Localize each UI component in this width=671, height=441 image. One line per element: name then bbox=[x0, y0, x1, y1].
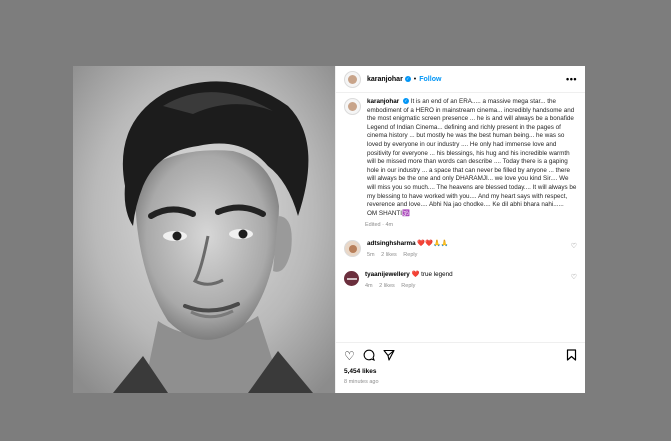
caption: karanjohar ✓ It is an end of an ERA.....… bbox=[344, 98, 577, 218]
reply-button[interactable]: Reply bbox=[403, 252, 417, 258]
more-options-icon[interactable]: ••• bbox=[566, 74, 577, 84]
share-icon[interactable] bbox=[383, 349, 395, 363]
caption-text: It is an end of an ERA..... a massive me… bbox=[367, 98, 577, 209]
comment-icon[interactable] bbox=[363, 349, 375, 363]
commenter-username[interactable]: adtsinghsharma bbox=[367, 240, 416, 247]
comment-item: tyaanijewellery ❤️ true legend 4m 2 like… bbox=[344, 271, 577, 290]
separator-dot: • bbox=[413, 75, 417, 83]
comment-like-heart-icon[interactable]: ♡ bbox=[571, 242, 577, 250]
comments-area[interactable]: karanjohar ✓ It is an end of an ERA.....… bbox=[336, 98, 585, 290]
posted-time: 8 minutes ago bbox=[344, 379, 379, 385]
caption-username[interactable]: karanjohar bbox=[367, 98, 399, 105]
likes-count[interactable]: 5,454 likes bbox=[344, 368, 377, 375]
comment-item: adtsinghsharma ❤️❤️🙏🙏 5m 2 likes Reply ♡ bbox=[344, 240, 577, 259]
portrait-image bbox=[73, 66, 335, 393]
caption-meta: Edited · 4m bbox=[365, 222, 394, 229]
reply-button[interactable]: Reply bbox=[401, 283, 415, 289]
caption-text-block: karanjohar ✓ It is an end of an ERA.....… bbox=[367, 98, 577, 218]
author-avatar[interactable] bbox=[344, 70, 361, 88]
commenter-avatar[interactable] bbox=[344, 240, 361, 258]
action-bar: ♡ bbox=[336, 342, 585, 363]
verified-badge-icon: ✓ bbox=[404, 76, 411, 82]
author-username[interactable]: karanjohar bbox=[367, 76, 403, 83]
edited-label: Edited bbox=[365, 222, 381, 229]
post-side-panel: karanjohar ✓ • Follow ••• karanjohar ✓ I… bbox=[335, 66, 585, 393]
comment-text: ❤️ true legend bbox=[411, 271, 453, 279]
caption-closing: OM SHANTI🕉️ bbox=[367, 209, 410, 217]
caption-time: 4m bbox=[385, 222, 394, 229]
post-header: karanjohar ✓ • Follow ••• bbox=[336, 66, 585, 93]
bookmark-icon[interactable] bbox=[566, 349, 577, 363]
follow-button[interactable]: Follow bbox=[419, 76, 441, 83]
heart-icon[interactable]: ♡ bbox=[344, 350, 355, 362]
commenter-avatar[interactable] bbox=[344, 271, 359, 287]
comment-text: ❤️❤️🙏🙏 bbox=[417, 240, 449, 248]
post-photo bbox=[73, 66, 335, 393]
comment-likes[interactable]: 2 likes bbox=[379, 283, 395, 289]
comment-like-heart-icon[interactable]: ♡ bbox=[571, 273, 577, 281]
comment-time: 4m bbox=[365, 283, 373, 290]
comment-likes[interactable]: 2 likes bbox=[381, 252, 397, 258]
caption-avatar[interactable] bbox=[344, 98, 361, 115]
post-modal: karanjohar ✓ • Follow ••• karanjohar ✓ I… bbox=[73, 66, 585, 393]
verified-badge-icon: ✓ bbox=[402, 98, 409, 105]
comment-time: 5m bbox=[367, 252, 375, 259]
commenter-username[interactable]: tyaanijewellery bbox=[365, 271, 410, 278]
